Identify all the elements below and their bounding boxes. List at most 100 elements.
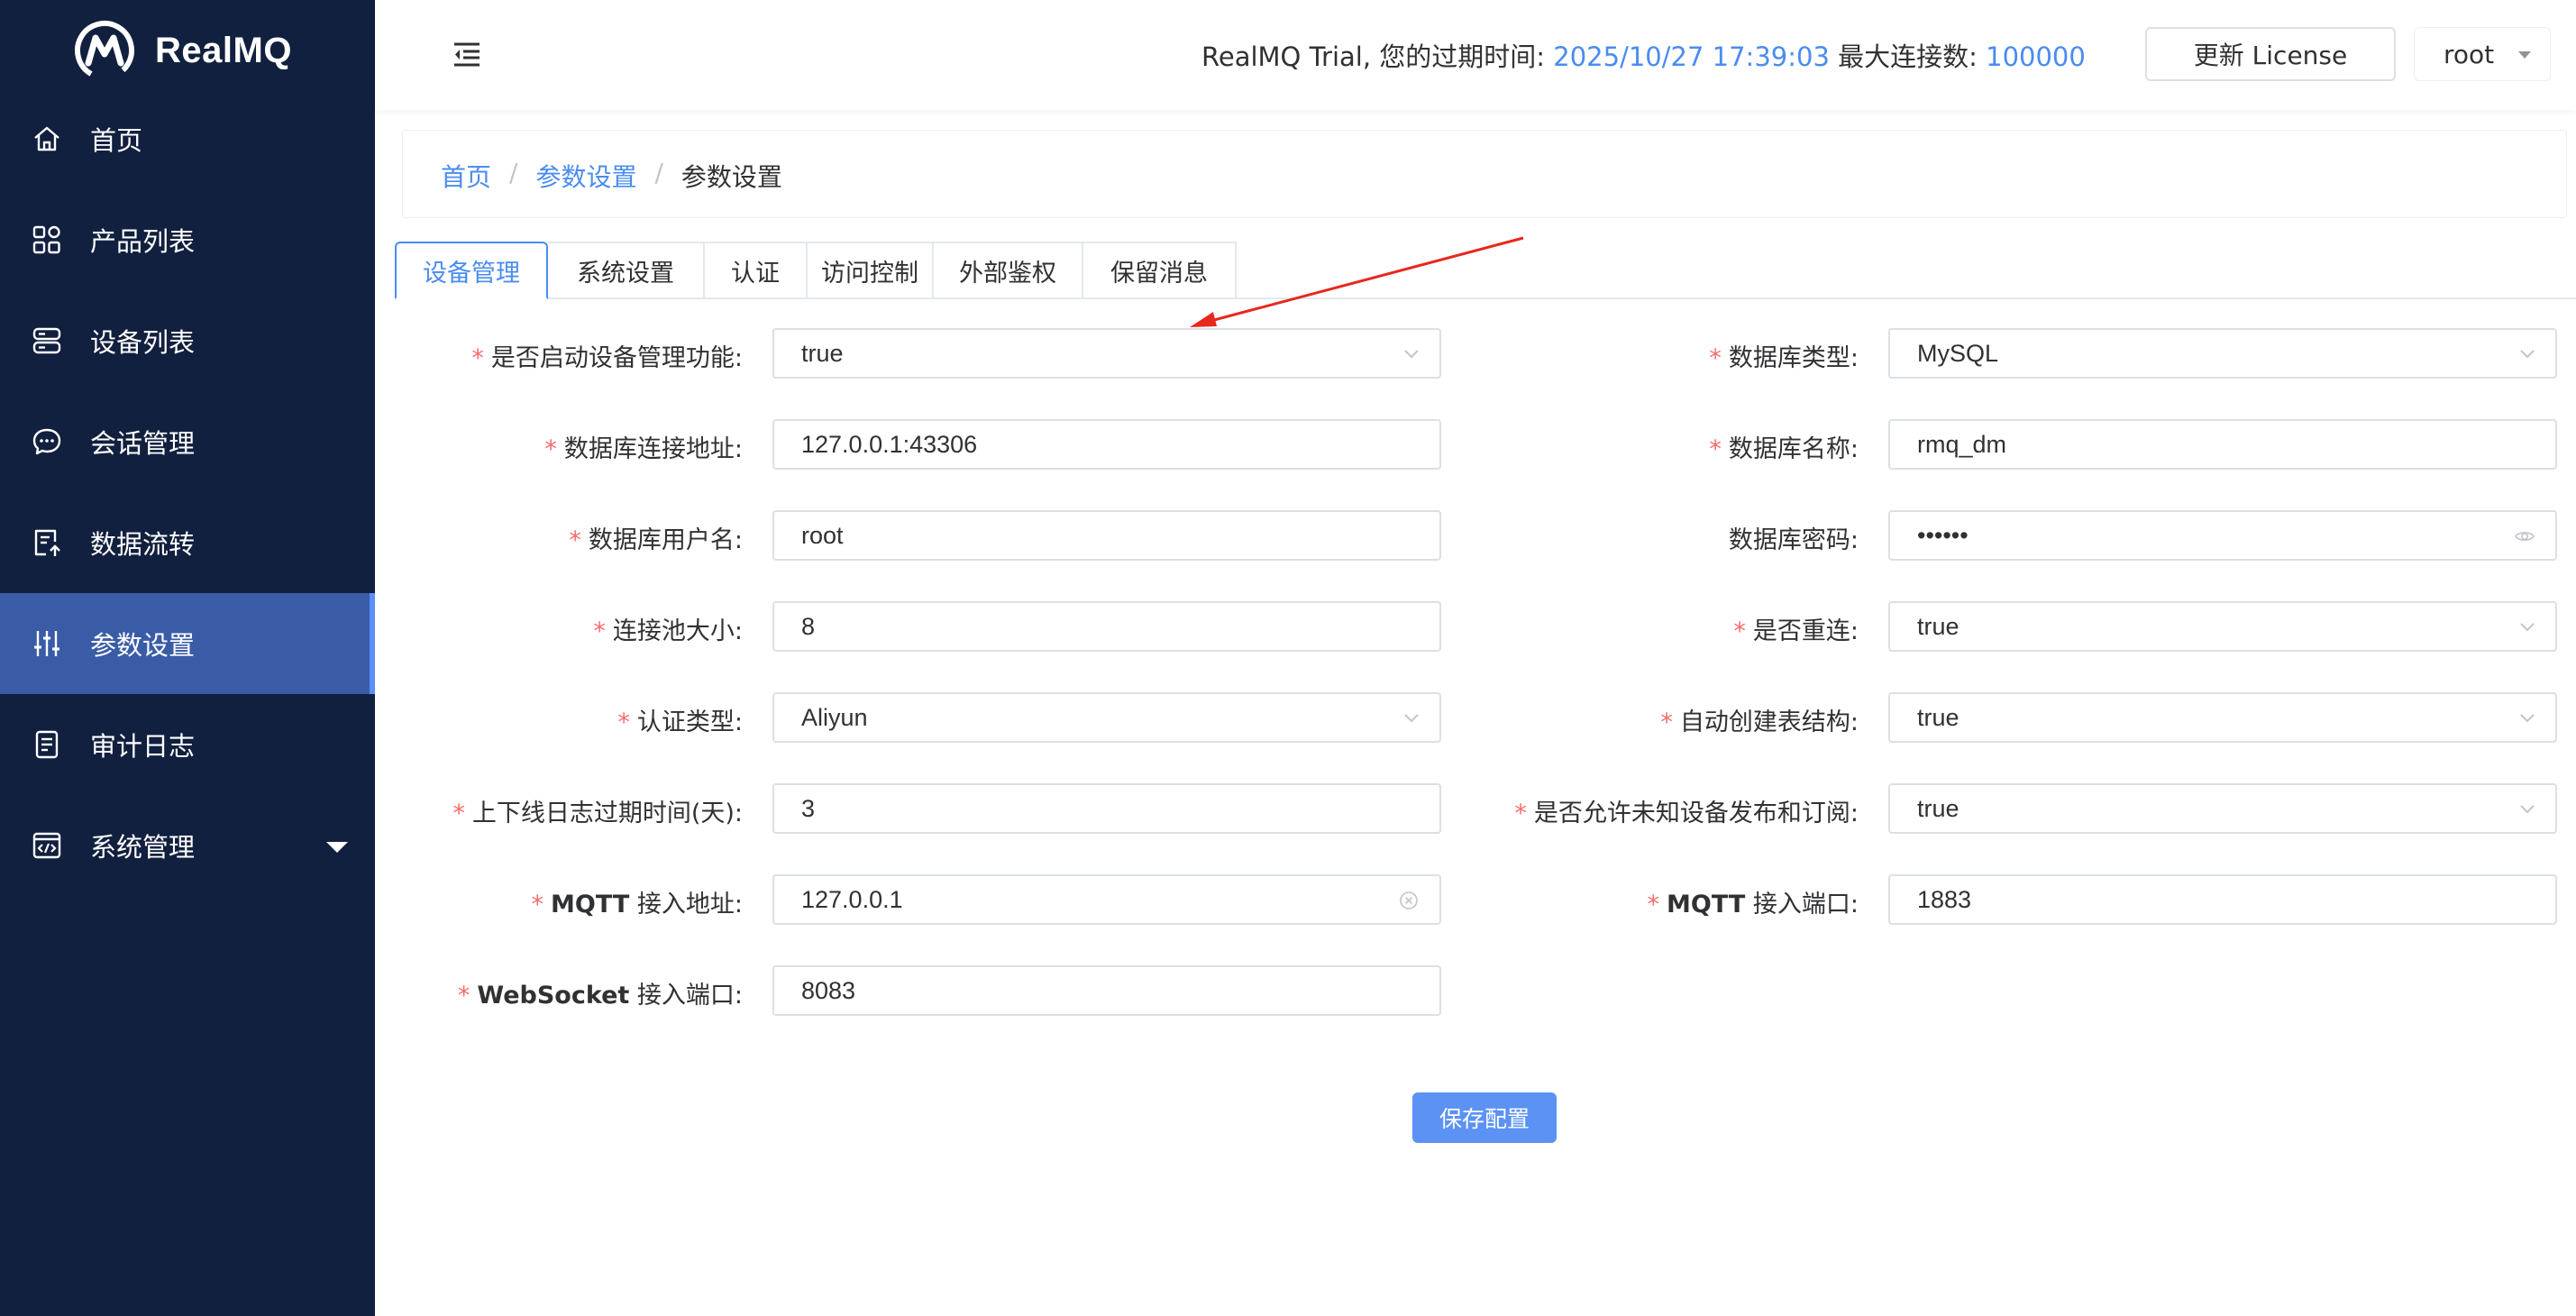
- trial-text: RealMQ Trial, 您的过期时间:: [1201, 41, 1546, 72]
- input-value: 8083: [801, 976, 856, 1004]
- breadcrumb-card: 首页 / 参数设置 / 参数设置: [402, 130, 2567, 218]
- settings-tabs: 设备管理 系统设置 认证 访问控制 外部鉴权 保留消息: [395, 242, 1237, 299]
- mqtt-address-label: * MQTT 接入地址:: [531, 891, 743, 918]
- top-header: RealMQ Trial, 您的过期时间: 2025/10/27 17:39:0…: [375, 0, 2576, 110]
- user-dropdown[interactable]: root: [2414, 27, 2551, 81]
- sidebar-item-label: 系统管理: [90, 832, 196, 863]
- mqtt-address-input[interactable]: 127.0.0.1: [772, 874, 1441, 925]
- grid-icon: [31, 224, 63, 256]
- chevron-down-icon: [2520, 350, 2535, 359]
- sliders-icon: [31, 627, 63, 660]
- db-name-label: * 数据库名称:: [1709, 435, 1859, 463]
- breadcrumb-parent[interactable]: 参数设置: [535, 158, 636, 194]
- input-value: 127.0.0.1:43306: [801, 430, 978, 458]
- tab-authentication[interactable]: 认证: [705, 242, 808, 299]
- sidebar-item-label: 会话管理: [90, 428, 196, 459]
- log-icon: [31, 728, 63, 761]
- chat-icon: [31, 425, 63, 458]
- input-value: ••••••: [1917, 521, 1969, 549]
- annotation-arrow-icon: [1190, 236, 1524, 327]
- chevron-down-icon: [1404, 714, 1419, 723]
- db-username-label: * 数据库用户名:: [569, 526, 743, 554]
- auto-create-table-select[interactable]: true: [1888, 692, 2557, 743]
- username: root: [2444, 39, 2495, 69]
- reconnect-select[interactable]: true: [1888, 601, 2557, 652]
- db-type-select[interactable]: MySQL: [1888, 328, 2557, 379]
- pool-size-input[interactable]: 8: [772, 601, 1441, 652]
- db-type-label: * 数据库类型:: [1709, 344, 1859, 372]
- max-connections-value: 100000: [1986, 41, 2086, 72]
- websocket-port-input[interactable]: 8083: [772, 965, 1441, 1016]
- chevron-down-icon: [2520, 805, 2535, 814]
- sidebar-item-label: 首页: [90, 125, 143, 156]
- chevron-down-icon: [2520, 623, 2535, 632]
- sidebar-item-devices[interactable]: 设备列表: [0, 290, 375, 391]
- eye-icon[interactable]: [2514, 525, 2535, 547]
- reconnect-label: * 是否重连:: [1733, 617, 1859, 645]
- breadcrumb: 首页 / 参数设置 / 参数设置: [441, 158, 782, 194]
- select-value: true: [801, 339, 844, 367]
- input-value: 3: [801, 794, 816, 822]
- sidebar-item-label: 审计日志: [90, 731, 196, 762]
- license-info: RealMQ Trial, 您的过期时间: 2025/10/27 17:39:0…: [1201, 36, 2086, 74]
- db-password-input[interactable]: ••••••: [1888, 510, 2557, 561]
- db-name-input[interactable]: rmq_dm: [1888, 419, 2557, 470]
- mqtt-port-label: * MQTT 接入端口:: [1647, 891, 1859, 918]
- collapse-sidebar-button[interactable]: [451, 38, 483, 70]
- input-value: root: [801, 521, 844, 549]
- sidebar-item-label: 数据流转: [90, 529, 196, 560]
- tab-access-control[interactable]: 访问控制: [808, 242, 934, 299]
- auth-type-label: * 认证类型:: [617, 708, 743, 736]
- sidebar-item-dataflow[interactable]: 数据流转: [0, 492, 375, 593]
- select-value: MySQL: [1917, 339, 1999, 367]
- caret-down-icon: [2518, 51, 2531, 59]
- breadcrumb-home[interactable]: 首页: [441, 158, 491, 194]
- input-value: 127.0.0.1: [801, 885, 903, 913]
- db-url-input[interactable]: 127.0.0.1:43306: [772, 419, 1441, 470]
- chevron-down-icon: [2520, 714, 2535, 723]
- mqtt-port-input[interactable]: 1883: [1888, 874, 2557, 925]
- input-value: rmq_dm: [1917, 430, 2007, 458]
- flow-icon: [31, 526, 63, 559]
- sidebar-item-home[interactable]: 首页: [0, 88, 375, 189]
- input-value: 8: [801, 612, 816, 640]
- db-username-input[interactable]: root: [772, 510, 1441, 561]
- sidebar-item-sessions[interactable]: 会话管理: [0, 391, 375, 492]
- sidebar: RealMQ 首页 产品列表 设备列表 会话管理 数据流转 参数设置 审计日志 …: [0, 0, 375, 1316]
- log-expire-input[interactable]: 3: [772, 783, 1441, 834]
- sidebar-item-label: 产品列表: [90, 226, 196, 257]
- sidebar-menu: 首页 产品列表 设备列表 会话管理 数据流转 参数设置 审计日志 系统管理: [0, 88, 375, 896]
- sidebar-item-audit-log[interactable]: 审计日志: [0, 694, 375, 795]
- clear-icon[interactable]: [1398, 890, 1420, 911]
- menu-fold-icon: [454, 42, 480, 67]
- input-value: 1883: [1917, 885, 1972, 913]
- home-icon: [31, 123, 63, 155]
- app-name: RealMQ: [155, 30, 292, 70]
- websocket-port-label: * WebSocket 接入端口:: [457, 982, 743, 1010]
- select-value: true: [1917, 612, 1959, 640]
- allow-unknown-device-select[interactable]: true: [1888, 783, 2557, 834]
- select-value: true: [1917, 794, 1959, 822]
- db-url-label: * 数据库连接地址:: [544, 435, 743, 463]
- save-config-button[interactable]: 保存配置: [1412, 1092, 1557, 1143]
- tab-device-management[interactable]: 设备管理: [395, 242, 548, 299]
- max-connections-label: 最大连接数:: [1838, 41, 1978, 72]
- expire-time: 2025/10/27 17:39:03: [1553, 41, 1830, 72]
- update-license-button[interactable]: 更新 License: [2145, 27, 2396, 81]
- sidebar-item-label: 参数设置: [90, 630, 196, 661]
- sidebar-item-settings[interactable]: 参数设置: [0, 593, 375, 694]
- logo[interactable]: RealMQ: [72, 16, 292, 85]
- auto-create-table-label: * 自动创建表结构:: [1660, 708, 1859, 736]
- chevron-down-icon: [1404, 350, 1419, 359]
- tab-system-settings[interactable]: 系统设置: [548, 242, 705, 299]
- enable-device-management-label: * 是否启动设备管理功能:: [471, 344, 743, 372]
- auth-type-select[interactable]: Aliyun: [772, 692, 1441, 743]
- select-value: Aliyun: [801, 703, 868, 731]
- db-password-label: 数据库密码:: [1728, 526, 1859, 554]
- realmq-logo-icon: [75, 21, 134, 80]
- sidebar-item-products[interactable]: 产品列表: [0, 189, 375, 290]
- sidebar-item-system[interactable]: 系统管理: [0, 795, 375, 896]
- breadcrumb-separator: /: [654, 158, 663, 187]
- breadcrumb-current: 参数设置: [681, 162, 782, 192]
- tab-external-auth[interactable]: 外部鉴权: [934, 242, 1083, 299]
